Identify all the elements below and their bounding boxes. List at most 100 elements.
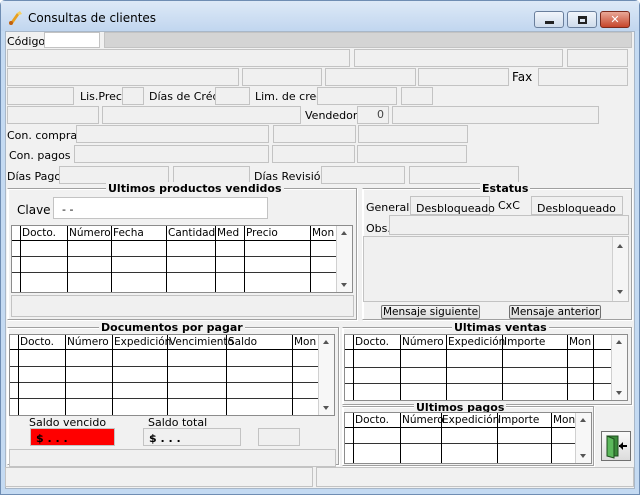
col-header: Mon bbox=[294, 336, 317, 348]
dias-revision-field bbox=[321, 166, 405, 184]
obs-label: Obs. bbox=[366, 222, 391, 235]
obs-field bbox=[389, 215, 629, 235]
close-button[interactable]: ✕ bbox=[600, 11, 630, 28]
scroll-down-icon[interactable] bbox=[323, 406, 329, 410]
moneda-field bbox=[401, 87, 433, 105]
messages-scrollbar[interactable] bbox=[612, 237, 628, 301]
documentos-status-field bbox=[9, 449, 336, 467]
exit-door-icon bbox=[606, 435, 627, 459]
documentos-grid[interactable]: Docto. Número Expedición Vencimiento Sal… bbox=[9, 334, 335, 416]
col-header: Mon bbox=[312, 227, 335, 239]
col-header: Saldo bbox=[228, 336, 258, 348]
phone-field bbox=[418, 68, 509, 86]
scroll-up-icon[interactable] bbox=[323, 340, 329, 344]
maximize-button[interactable] bbox=[567, 11, 597, 28]
minimize-icon bbox=[544, 20, 554, 24]
con-compras-phone bbox=[273, 125, 356, 143]
producto-desc-field bbox=[11, 295, 354, 317]
lim-cred-field bbox=[317, 87, 397, 105]
dias-cred-field bbox=[215, 87, 250, 105]
clave-label: Clave bbox=[17, 203, 51, 217]
col-header: Expedición bbox=[442, 414, 500, 426]
col-header: Vencimiento bbox=[169, 336, 234, 348]
general-status: Desbloqueado bbox=[410, 196, 495, 215]
col-header: Docto. bbox=[355, 414, 389, 426]
client-name-field bbox=[104, 32, 632, 48]
saldo-total-field: $ . . . bbox=[143, 428, 241, 446]
scroll-down-icon[interactable] bbox=[580, 454, 586, 458]
scroll-up-icon[interactable] bbox=[617, 244, 623, 248]
codigo-input[interactable] bbox=[44, 32, 100, 48]
cxc-label: CxC bbox=[498, 199, 520, 212]
fax-field bbox=[538, 68, 628, 86]
scroll-up-icon[interactable] bbox=[341, 231, 347, 235]
state-field bbox=[242, 68, 322, 86]
ventas-title: Ultimas ventas bbox=[452, 321, 549, 334]
form-body: Código Fax Lis.Prec. Días de Créd. Lim. … bbox=[5, 31, 635, 489]
saldo-moneda-field bbox=[258, 428, 300, 446]
scroll-down-icon[interactable] bbox=[341, 283, 347, 287]
lisprec-field bbox=[122, 87, 144, 105]
documentos-title: Documentos por pagar bbox=[99, 321, 245, 334]
fax-label: Fax bbox=[512, 70, 533, 84]
saldo-vencido-field: $ . . . bbox=[30, 428, 115, 446]
title-bar: Consultas de clientes ✕ bbox=[1, 1, 639, 31]
city-field bbox=[7, 68, 239, 86]
con-compras-field bbox=[76, 125, 269, 143]
cp-field bbox=[567, 49, 628, 67]
col-header: Importe bbox=[498, 414, 540, 426]
status-bar-left bbox=[5, 467, 313, 487]
scroll-up-icon[interactable] bbox=[616, 340, 622, 344]
col-header: Número bbox=[67, 336, 109, 348]
pagos-scrollbar[interactable] bbox=[575, 413, 591, 463]
estatus-title: Estatus bbox=[480, 182, 531, 195]
ventas-grid[interactable]: Docto. Número Expedición Importe Mon bbox=[344, 334, 628, 401]
ventas-scrollbar[interactable] bbox=[611, 335, 627, 400]
codigo-label: Código bbox=[7, 35, 46, 48]
col-header: Docto. bbox=[22, 227, 56, 239]
window-title: Consultas de clientes bbox=[28, 11, 157, 25]
address-field bbox=[7, 49, 350, 67]
messages-box bbox=[363, 236, 629, 302]
scroll-up-icon[interactable] bbox=[580, 418, 586, 422]
col-header: Número bbox=[402, 336, 444, 348]
close-icon: ✕ bbox=[610, 13, 620, 26]
lisprec-label: Lis.Prec. bbox=[80, 90, 126, 103]
vendedor-name-field bbox=[392, 106, 599, 124]
colonia-field bbox=[354, 49, 563, 67]
next-message-button[interactable]: Mensaje siguiente bbox=[381, 305, 480, 319]
contact-field bbox=[7, 87, 74, 105]
col-header: Med bbox=[217, 227, 240, 239]
con-pagos-label: Con. pagos bbox=[9, 149, 71, 162]
exit-button[interactable] bbox=[601, 431, 631, 461]
lim-cred-label: Lim. de cred. bbox=[255, 90, 327, 103]
col-header: Fecha bbox=[113, 227, 144, 239]
col-header: Importe bbox=[504, 336, 546, 348]
col-header: Expedición bbox=[448, 336, 506, 348]
productos-scrollbar[interactable] bbox=[336, 226, 352, 292]
con-pagos-field bbox=[74, 145, 269, 163]
cxc-status: Desbloqueado bbox=[531, 196, 623, 215]
scroll-down-icon[interactable] bbox=[617, 290, 623, 294]
col-header: Mon bbox=[569, 336, 592, 348]
status-bar-right bbox=[316, 467, 634, 487]
clave-input[interactable]: - - bbox=[53, 197, 268, 219]
vendedor-label: Vendedor bbox=[305, 109, 358, 122]
col-header: Docto. bbox=[20, 336, 54, 348]
rfc-field bbox=[325, 68, 416, 86]
col-header: Número bbox=[69, 227, 111, 239]
con-pagos-phone bbox=[272, 145, 355, 163]
minimize-button[interactable] bbox=[534, 11, 564, 28]
documentos-scrollbar[interactable] bbox=[318, 335, 334, 415]
prev-message-button[interactable]: Mensaje anterior bbox=[509, 305, 601, 319]
dias-pago-label: Días Pago bbox=[7, 170, 62, 183]
scroll-down-icon[interactable] bbox=[616, 391, 622, 395]
con-compras-mail bbox=[358, 125, 468, 143]
zona-field bbox=[7, 106, 99, 124]
pagos-grid[interactable]: Docto. Número Expedición Importe Mon bbox=[344, 412, 592, 464]
app-window: Consultas de clientes ✕ Código Fax Lis.P… bbox=[0, 0, 640, 495]
app-icon bbox=[9, 11, 22, 25]
productos-grid[interactable]: Docto. Número Fecha Cantidad Med Precio … bbox=[11, 225, 353, 293]
col-header: Mon bbox=[553, 414, 576, 426]
productos-title: Ultimos productos vendidos bbox=[106, 182, 284, 195]
